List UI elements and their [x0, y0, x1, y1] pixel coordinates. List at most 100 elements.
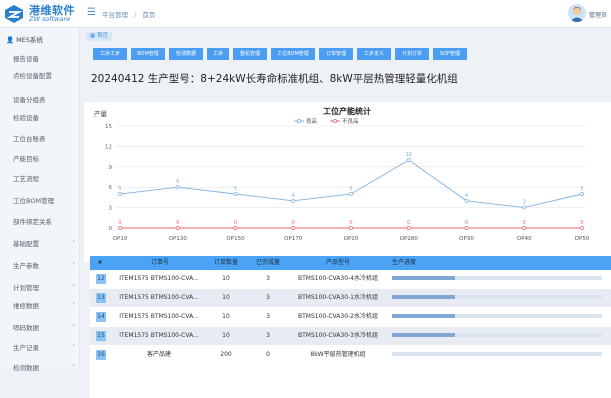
- series-line: [119, 159, 583, 209]
- column-header[interactable]: 产品型号: [290, 256, 386, 270]
- tab-home-label: 首页: [96, 33, 108, 39]
- data-point: [522, 226, 527, 230]
- breadcrumb-item[interactable]: 首页: [142, 11, 155, 19]
- product-model: BTMS100-CVA30-3水冷机组: [297, 332, 379, 339]
- row-index: 14: [96, 312, 106, 322]
- data-label: 0: [118, 220, 121, 226]
- sidebar-header[interactable]: 👤 MES系统: [6, 34, 43, 44]
- quick-button[interactable]: 工序: [207, 48, 229, 60]
- order-quantity: 200: [220, 351, 232, 358]
- order-quantity: 10: [222, 313, 230, 320]
- data-label: 4: [465, 193, 468, 199]
- row-index: 16: [96, 350, 106, 360]
- y-tick-label: 6: [109, 185, 113, 191]
- quick-button[interactable]: 工序工步: [93, 48, 127, 60]
- sidebar-group[interactable]: 基础配置 ›: [13, 238, 75, 248]
- sidebar-item[interactable]: 报告设备: [13, 53, 39, 63]
- table-row[interactable]: 16 客产品建 200 0 8kW平层热管理机组: [90, 346, 611, 364]
- completed-quantity: 0: [266, 351, 270, 358]
- data-label: 0: [465, 220, 468, 226]
- logo-icon: [5, 5, 23, 23]
- data-point: [233, 226, 238, 230]
- order-number[interactable]: 客产品建: [112, 346, 206, 364]
- quick-button[interactable]: 工步定义: [357, 48, 391, 60]
- quick-button[interactable]: 计划订单: [395, 48, 429, 60]
- sidebar-group[interactable]: 计划管理 ›: [13, 282, 75, 292]
- order-number[interactable]: ITEM1575 BTMS100-CVA...: [112, 308, 206, 326]
- progress-fill: [392, 276, 455, 280]
- sidebar-item[interactable]: 工位BOM管理: [13, 195, 54, 205]
- sidebar-group-label: 生产记录: [13, 344, 39, 352]
- data-label: 5: [580, 186, 583, 192]
- quick-button[interactable]: 工位BOM管理: [271, 48, 315, 60]
- menu-icon[interactable]: ☰: [87, 8, 97, 18]
- orders-table: # 订单号 订单数量 已完成量 产品型号 生产进度 12 ITEM1575 BTM…: [90, 256, 611, 398]
- quick-button[interactable]: BOM管理: [131, 48, 165, 60]
- y-tick-label: 3: [109, 206, 113, 212]
- data-point: [291, 226, 296, 230]
- x-tick-label: OP130: [169, 236, 188, 242]
- sidebar-group[interactable]: 生产参数 ›: [13, 260, 75, 270]
- legend-label: 良品: [306, 117, 318, 125]
- data-label: 3: [523, 200, 526, 206]
- table-header: # 订单号 订单数量 已完成量 产品型号 生产进度: [90, 256, 611, 270]
- x-tick-label: OP20: [344, 236, 359, 242]
- sidebar-group[interactable]: 喷码数据 ›: [13, 322, 75, 332]
- legend-label: 不良品: [342, 117, 359, 125]
- sidebar-item[interactable]: 点检设备配置: [13, 70, 52, 80]
- data-label: 0: [292, 220, 295, 226]
- table-row[interactable]: 13 ITEM1575 BTMS100-CVA... 10 3 BTMS100-CVA3…: [90, 289, 611, 307]
- quick-button[interactable]: 整机管理: [233, 48, 267, 60]
- chart-svg: 工位产能统计 产量良品 不良品 0 3 6 9 12 15 OP10 OP130 OP150 OP170…: [94, 106, 590, 242]
- quick-button[interactable]: 订单管理: [319, 48, 353, 60]
- x-tick-label: OP170: [284, 236, 303, 242]
- breadcrumb: 平台管理 / 首页: [102, 11, 156, 19]
- progress-bar: [392, 333, 602, 337]
- data-point: [464, 226, 469, 230]
- column-header[interactable]: 订单数量: [206, 256, 246, 270]
- breadcrumb-item[interactable]: 平台管理: [102, 11, 128, 19]
- order-number[interactable]: ITEM1575 BTMS100-CVA...: [112, 327, 206, 345]
- sidebar-item[interactable]: 检验设备: [13, 112, 39, 122]
- sidebar-item[interactable]: 工位台账表: [13, 133, 46, 143]
- sidebar-group-label: 喷码数据: [13, 324, 39, 332]
- y-tick-label: 0: [109, 226, 113, 232]
- data-point: [406, 158, 411, 162]
- data-label: 0: [407, 220, 410, 226]
- completed-quantity: 3: [266, 332, 270, 339]
- data-label: 5: [349, 186, 352, 192]
- order-number[interactable]: ITEM1575 BTMS100-CVA...: [112, 270, 206, 288]
- sidebar-item[interactable]: 部件绑定关系: [13, 216, 52, 226]
- chevron-icon: ›: [72, 322, 75, 329]
- sidebar-group[interactable]: 维修数据 ›: [13, 300, 75, 310]
- column-header[interactable]: 订单号: [120, 256, 200, 270]
- x-tick-label: OP30: [459, 236, 474, 242]
- logo[interactable]: 港维软件 ZW software: [4, 3, 84, 25]
- order-number[interactable]: ITEM1575 BTMS100-CVA...: [112, 289, 206, 307]
- data-label: 5: [118, 186, 121, 192]
- data-label: 0: [523, 220, 526, 226]
- avatar[interactable]: [568, 4, 586, 22]
- tab-home[interactable]: ▦ 首页: [86, 32, 112, 41]
- sidebar-group[interactable]: 生产记录 ›: [13, 342, 75, 352]
- table-row[interactable]: 12 ITEM1575 BTMS100-CVA... 10 3 BTMS100-CVA3…: [90, 270, 611, 288]
- progress-fill: [392, 333, 455, 337]
- quick-button[interactable]: SOP管理: [433, 48, 467, 60]
- sidebar-item[interactable]: 产能目标: [13, 153, 39, 163]
- sidebar-group-label: 生产参数: [13, 262, 39, 270]
- data-point: [522, 205, 527, 210]
- data-label: 4: [292, 193, 295, 199]
- sidebar-group-label: 维修数据: [13, 302, 39, 310]
- x-tick-label: OP50: [575, 236, 590, 242]
- table-row[interactable]: 15 ITEM1575 BTMS100-CVA... 10 3 BTMS100-CVA3…: [90, 327, 611, 345]
- sidebar-group[interactable]: 检测数据 ›: [13, 362, 75, 372]
- sidebar-group-label: 基础配置: [13, 240, 39, 248]
- column-header[interactable]: 已完成量: [248, 256, 288, 270]
- quick-button[interactable]: 检测数据: [169, 48, 203, 60]
- sidebar-item[interactable]: 工艺流程: [13, 173, 39, 183]
- user-name[interactable]: 管理员: [589, 10, 607, 19]
- sidebar-item[interactable]: 设备分组表: [13, 94, 46, 104]
- progress-fill: [392, 295, 455, 299]
- data-point: [580, 226, 584, 230]
- table-row[interactable]: 14 ITEM1575 BTMS100-CVA... 10 3 BTMS100-CVA3…: [90, 308, 611, 326]
